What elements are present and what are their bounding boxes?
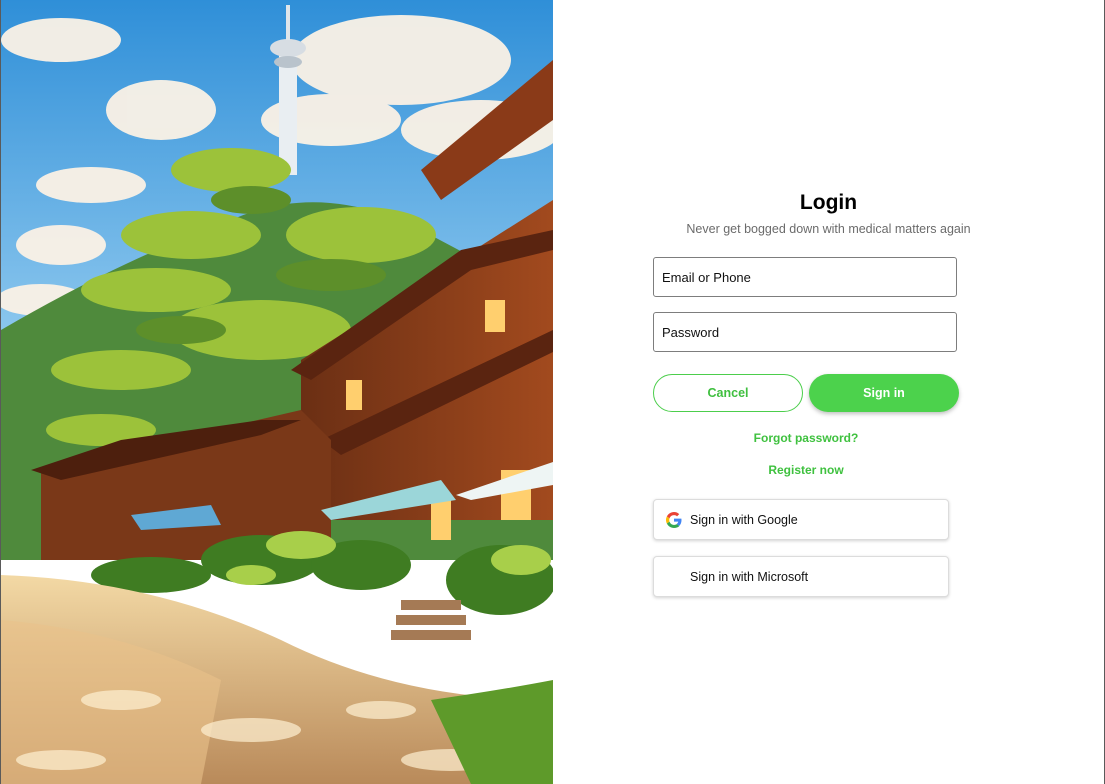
email-field[interactable] — [653, 257, 957, 297]
microsoft-icon — [666, 569, 682, 585]
cancel-button[interactable]: Cancel — [653, 374, 803, 412]
page-subtitle: Never get bogged down with medical matte… — [686, 222, 971, 236]
page-title: Login — [799, 191, 858, 214]
sign-in-button[interactable]: Sign in — [809, 374, 959, 412]
google-icon — [666, 511, 682, 528]
microsoft-sign-in-label: Sign in with Microsoft — [690, 569, 809, 584]
password-input[interactable] — [654, 313, 956, 351]
login-panel: Login Never get bogged down with medical… — [553, 0, 1104, 784]
microsoft-sign-in-button[interactable]: Sign in with Microsoft — [653, 556, 949, 597]
google-sign-in-label: Sign in with Google — [690, 512, 798, 527]
google-sign-in-button[interactable]: Sign in with Google — [653, 499, 949, 540]
password-field[interactable] — [653, 312, 957, 352]
register-now-link[interactable]: Register now — [553, 463, 1059, 477]
hero-illustration — [1, 0, 553, 784]
email-input[interactable] — [654, 258, 956, 296]
forgot-password-link[interactable]: Forgot password? — [553, 431, 1059, 445]
